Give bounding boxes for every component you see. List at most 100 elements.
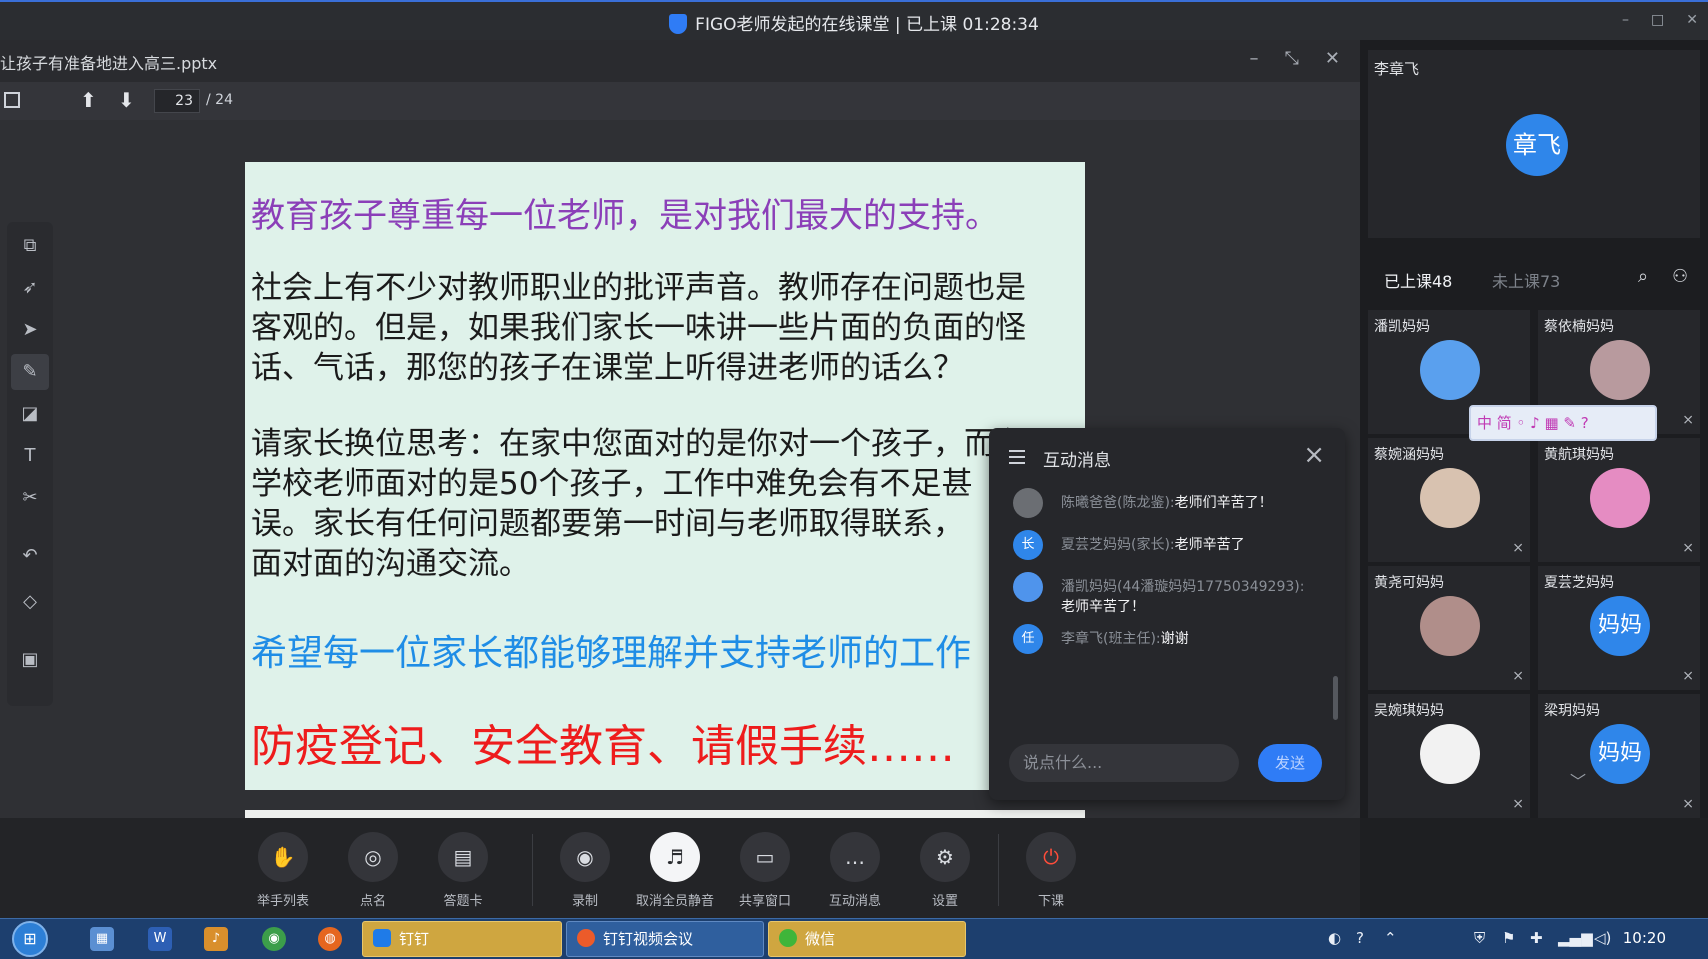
shapes-icon[interactable]: ◪	[7, 396, 53, 432]
participant-tile[interactable]: 蔡婉涵妈妈 ⨯	[1368, 438, 1530, 562]
chrome-icon[interactable]: ◉	[262, 927, 286, 951]
page-total: / 24	[206, 92, 233, 108]
laser-pointer-icon[interactable]: ➶	[7, 270, 53, 306]
participant-tile[interactable]: 夏芸芝妈妈 妈妈 ⨯	[1538, 566, 1700, 690]
share-window-button[interactable]: ▭ 共享窗口	[720, 832, 810, 909]
slide-text-line: 学校老师面对的是50个孩子，工作中难免会有不足甚	[251, 466, 973, 502]
cursor-icon[interactable]: ➤	[7, 312, 53, 348]
roll-call-button[interactable]: ◎ 点名	[328, 832, 418, 909]
pen-icon[interactable]: ✎	[11, 354, 49, 390]
answer-card-button[interactable]: ▤ 答题卡	[418, 832, 508, 909]
settings-button[interactable]: ⚙ 设置	[900, 832, 990, 909]
menu-icon[interactable]	[1009, 450, 1025, 464]
mic-muted-icon: ⨯	[1512, 540, 1524, 556]
record-button[interactable]: ◉ 录制	[540, 832, 630, 909]
text-icon[interactable]: T	[7, 438, 53, 474]
chat-input[interactable]: 说点什么...	[1009, 744, 1239, 782]
chat-close-icon[interactable]: ×	[1303, 440, 1325, 470]
dingtalk-icon	[373, 929, 391, 947]
unmute-all-button[interactable]: ♬ 取消全员静音	[630, 832, 720, 909]
scissors-icon[interactable]: ✂	[7, 480, 53, 516]
participant-name: 黄尧可妈妈	[1374, 575, 1444, 591]
media-icon[interactable]: ♪	[204, 927, 228, 951]
taskbar-app-meeting[interactable]: 钉钉视频会议	[566, 921, 764, 957]
avatar: 妈妈	[1590, 724, 1650, 784]
taskbar-app-dingtalk[interactable]: 钉钉	[362, 921, 562, 957]
button-label: 取消全员静音	[635, 894, 714, 909]
button-label: 录制	[571, 894, 598, 909]
antivirus-icon[interactable]: ✚	[1530, 929, 1543, 947]
chat-sender: 潘凯妈妈(44潘璇妈妈17750349293):	[1061, 579, 1305, 595]
prev-page-icon[interactable]: ⬆	[80, 88, 97, 112]
meeting-icon	[577, 929, 595, 947]
taskbar-app-wechat[interactable]: 微信	[768, 921, 966, 957]
chevron-down-icon[interactable]: ﹀	[1570, 768, 1586, 792]
avatar: 长	[1013, 530, 1043, 560]
volume-icon[interactable]: ◁)	[1594, 929, 1611, 947]
undo-icon[interactable]: ↶	[7, 538, 53, 574]
slide-blue-line: 希望每一位家长都能够理解并支持老师的工作	[251, 633, 972, 674]
mute-all-icon: ♬	[650, 832, 700, 882]
teacher-name: 李章飞	[1374, 60, 1420, 78]
tray-expand-icon[interactable]: ⌃	[1384, 929, 1397, 947]
window-titlebar: FIGO老师发起的在线课堂 | 已上课 01:28:34 – □ ✕	[0, 0, 1708, 40]
start-button[interactable]: ⊞	[12, 921, 48, 957]
chat-message: 潘凯妈妈(44潘璇妈妈17750349293): 老师辛苦了！	[1013, 572, 1329, 617]
firefox-icon[interactable]: ◍	[318, 927, 342, 951]
shield-icon	[669, 14, 688, 34]
ime-toolbar[interactable]: 中 简 ◦ ♪ ▦ ✎ ?	[1469, 405, 1657, 441]
chat-scrollbar[interactable]	[1333, 676, 1338, 720]
doc-minimize-icon[interactable]: –	[1250, 48, 1259, 69]
next-page-icon[interactable]: ⬇	[118, 88, 135, 112]
document-header: 让孩子有准备地进入高三.pptx – ⤡ ✕	[0, 40, 1360, 82]
participant-name: 蔡依楠妈妈	[1544, 319, 1614, 335]
explorer-icon[interactable]: ▦	[90, 927, 114, 951]
participant-tile[interactable]: 黄尧可妈妈 ⨯	[1368, 566, 1530, 690]
participant-tile[interactable]: 吴婉琪妈妈 ⨯	[1368, 694, 1530, 818]
slide-red-line: 防疫登记、安全教育、请假手续……	[251, 721, 955, 772]
select-page-icon[interactable]: ⧉	[7, 228, 53, 264]
tab-in-class[interactable]: 已上课48	[1384, 268, 1452, 292]
chat-message: 长 夏芸芝妈妈(家长):老师辛苦了	[1013, 530, 1329, 560]
sidebar-toggle-icon[interactable]	[4, 92, 20, 108]
avatar: 章飞	[1506, 114, 1568, 176]
avatar	[1420, 596, 1480, 656]
button-label: 答题卡	[443, 894, 483, 909]
teacher-video-tile[interactable]: 李章飞 章飞	[1368, 50, 1700, 238]
avatar	[1013, 572, 1043, 602]
doc-close-icon[interactable]: ✕	[1325, 48, 1340, 69]
chat-text: 老师辛苦了！	[1061, 599, 1145, 615]
send-button[interactable]: 发送	[1258, 744, 1322, 782]
ime-tray-icon[interactable]: ◐	[1328, 929, 1341, 947]
eraser-icon[interactable]: ◇	[7, 584, 53, 620]
flag-icon[interactable]: ⚑	[1502, 929, 1515, 947]
avatar	[1590, 340, 1650, 400]
doc-restore-icon[interactable]: ⤡	[1285, 48, 1299, 69]
security-icon[interactable]: ⛨	[1474, 929, 1485, 947]
interactive-messages-button[interactable]: … 互动消息	[810, 832, 900, 909]
add-user-icon[interactable]: ⚇	[1672, 266, 1688, 287]
button-label: 设置	[931, 894, 958, 909]
participant-tile[interactable]: 黄航琪妈妈 ⨯	[1538, 438, 1700, 562]
tab-not-in-class[interactable]: 未上课73	[1492, 268, 1560, 292]
toolbox-icon[interactable]: ▣	[7, 642, 53, 678]
help-icon[interactable]: ?	[1356, 929, 1364, 947]
word-icon[interactable]: W	[148, 927, 172, 951]
slide-text-line: 面对面的沟通交流。	[251, 546, 530, 582]
maximize-button[interactable]: □	[1651, 12, 1664, 28]
participant-tile[interactable]: 梁玥妈妈 妈妈 ⨯	[1538, 694, 1700, 818]
mic-muted-icon: ⨯	[1682, 412, 1694, 428]
divider	[532, 834, 533, 906]
page-number-input[interactable]: 23	[154, 89, 200, 113]
end-class-button[interactable]: ⏻ 下课	[1006, 832, 1096, 909]
close-button[interactable]: ✕	[1686, 12, 1698, 28]
minimize-button[interactable]: –	[1622, 12, 1629, 28]
annotation-toolbar: ⧉ ➶ ➤ ✎ ◪ T ✂ ↶ ◇ ▣	[7, 222, 53, 706]
roll-call-icon: ◎	[348, 832, 398, 882]
search-icon[interactable]: ⌕	[1638, 266, 1648, 287]
network-icon[interactable]: ▂▄▆	[1558, 929, 1593, 947]
divider	[998, 834, 999, 906]
wechat-icon	[779, 929, 797, 947]
raise-hand-list-button[interactable]: ✋ 举手列表	[238, 832, 328, 909]
chat-text: 老师辛苦了	[1174, 537, 1245, 553]
